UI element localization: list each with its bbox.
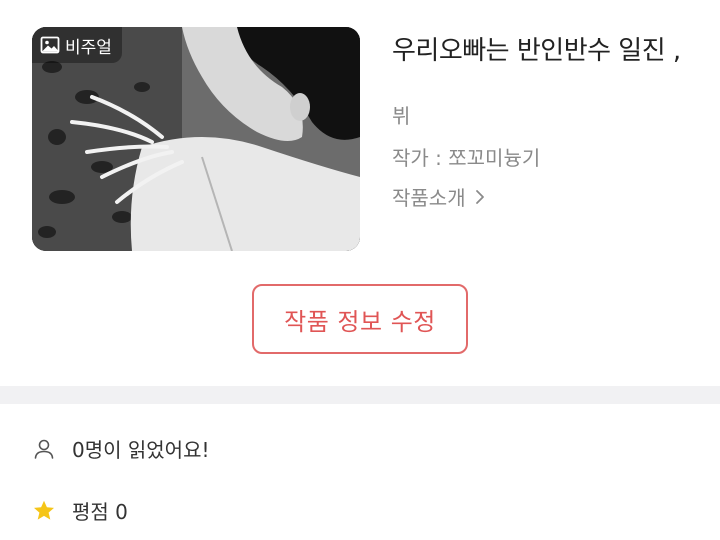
cover-image[interactable]: 비주얼 xyxy=(32,27,360,251)
work-header: 비주얼 우리오빠는 반인반수 일진 , 뷔 작가 : 쪼꼬미늉기 작품소개 작품… xyxy=(0,0,720,386)
person-icon xyxy=(34,439,54,459)
visual-badge: 비주얼 xyxy=(32,27,122,63)
rating-value: 평점 0 xyxy=(72,500,128,524)
star-icon xyxy=(34,500,54,520)
readers-stat: 0명이 읽었어요! xyxy=(32,434,210,463)
rating-stat: 평점 0 xyxy=(32,496,128,525)
intro-link-label: 작품소개 xyxy=(392,186,466,210)
work-genre: 뷔 xyxy=(392,104,411,128)
work-author: 작가 : 쪼꼬미늉기 xyxy=(392,146,541,170)
intro-link[interactable]: 작품소개 xyxy=(392,182,486,211)
readers-count: 0명이 읽었어요! xyxy=(72,438,210,462)
chevron-right-icon xyxy=(475,189,484,204)
image-icon xyxy=(40,36,60,54)
work-title: 우리오빠는 반인반수 일진 , xyxy=(392,36,681,66)
edit-work-info-button[interactable]: 작품 정보 수정 xyxy=(252,284,468,354)
visual-badge-label: 비주얼 xyxy=(65,37,112,58)
section-divider xyxy=(0,386,720,404)
